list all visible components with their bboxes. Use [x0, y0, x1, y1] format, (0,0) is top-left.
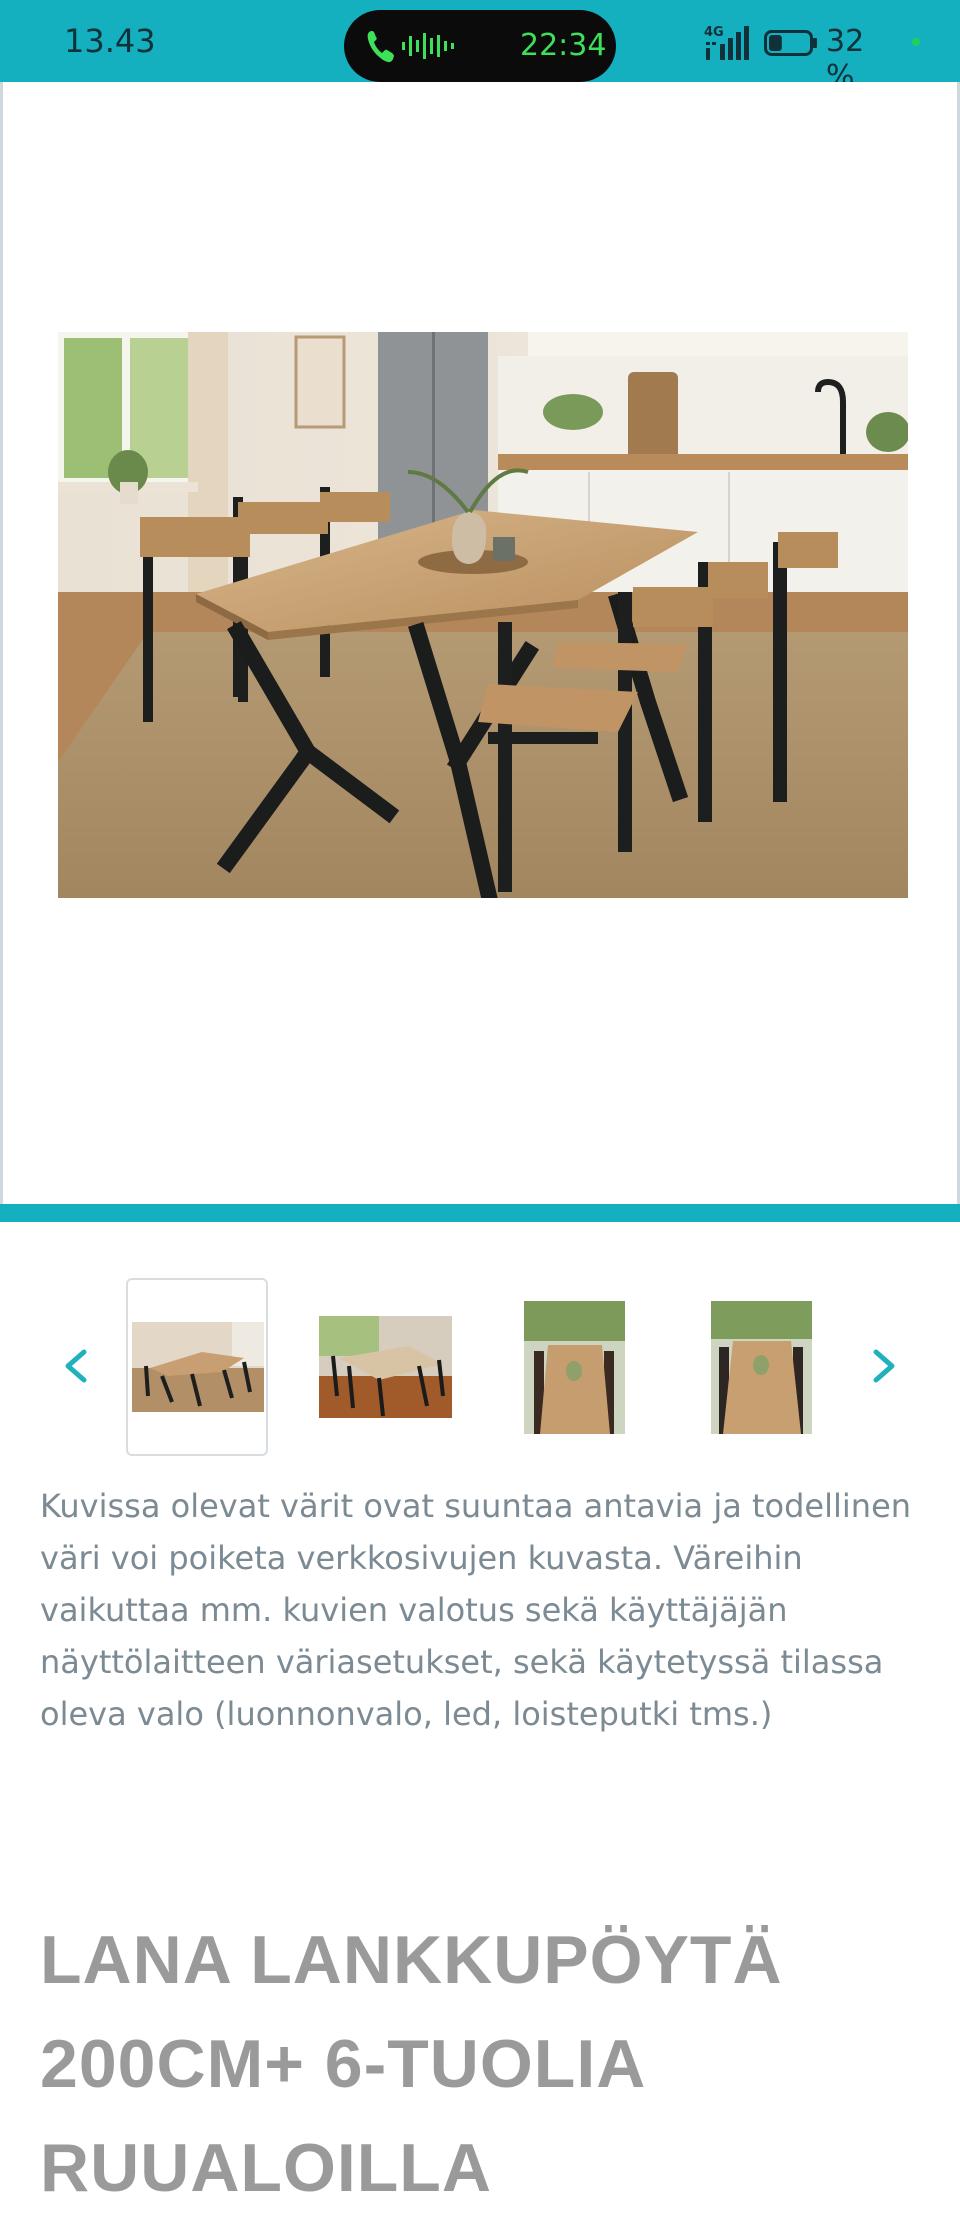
call-timer: 22:34: [520, 28, 607, 63]
status-bar: 13.43 22:34 4G 32 %: [0, 0, 960, 94]
signal-icon: [706, 26, 749, 60]
main-image-panel[interactable]: [0, 82, 960, 1204]
audio-wave-icon: [402, 33, 454, 59]
thumbnail-4[interactable]: [711, 1301, 812, 1434]
ongoing-call-pill[interactable]: 22:34: [344, 10, 616, 82]
clock: 13.43: [64, 22, 156, 60]
battery-icon: [764, 30, 817, 56]
thumbnail-1[interactable]: [132, 1322, 264, 1412]
image-divider: [0, 1204, 960, 1222]
product-title: LANA LANKKUPÖYTÄ 200CM+ 6-TUOLIA RUUALOI…: [40, 1922, 783, 2206]
chevron-left-icon[interactable]: [56, 1344, 96, 1388]
chevron-right-icon[interactable]: [864, 1344, 904, 1388]
main-product-image[interactable]: [58, 332, 908, 898]
phone-icon: [367, 31, 394, 63]
color-disclaimer: Kuvissa olevat värit ovat suuntaa antavi…: [40, 1487, 912, 1733]
charging-indicator: [912, 38, 920, 46]
thumbnail-3[interactable]: [524, 1301, 625, 1434]
thumbnail-2[interactable]: [319, 1316, 452, 1418]
